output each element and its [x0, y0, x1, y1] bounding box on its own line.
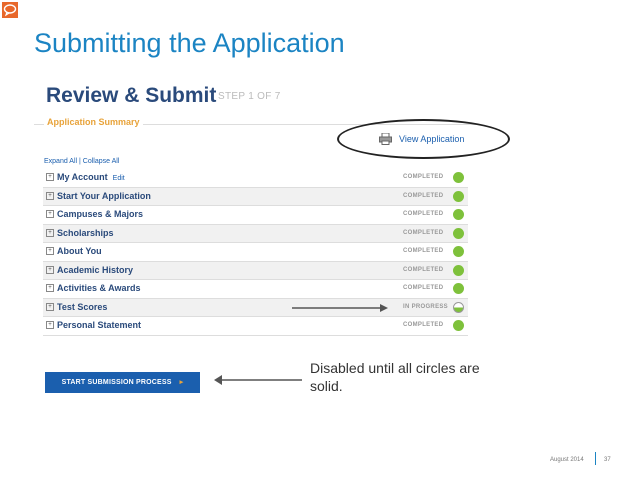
complete-circle-icon — [453, 209, 464, 220]
section-row[interactable]: + Campuses & Majors COMPLETED — [43, 206, 468, 225]
expand-plus-icon[interactable]: + — [46, 284, 54, 292]
complete-circle-icon — [453, 283, 464, 294]
expand-plus-icon[interactable]: + — [46, 228, 54, 237]
section-row[interactable]: + Personal Statement COMPLETED — [43, 317, 468, 336]
section-label[interactable]: Activities & Awards — [57, 283, 141, 293]
footer-divider — [595, 452, 596, 465]
slide-title: Submitting the Application — [34, 28, 345, 58]
section-name[interactable]: Test Scores — [57, 302, 107, 312]
section-name[interactable]: Academic History — [57, 265, 133, 275]
status-text: COMPLETED — [403, 322, 444, 328]
highlight-circle: View Application — [337, 119, 510, 159]
status-text: COMPLETED — [403, 192, 444, 199]
complete-circle-icon — [453, 246, 464, 257]
section-row[interactable]: + My Account Edit COMPLETED — [43, 169, 468, 188]
speech-bubble-icon — [2, 2, 18, 18]
page-title: Review & Submit — [46, 84, 217, 107]
section-row[interactable]: + Test Scores IN PROGRESS — [43, 298, 468, 317]
arrow-to-submit-button — [214, 375, 302, 385]
complete-circle-icon — [453, 190, 464, 202]
expand-plus-icon[interactable]: + — [46, 210, 54, 218]
annotation-note: Disabled until all circles are solid. — [310, 360, 480, 394]
section-name[interactable]: Personal Statement — [57, 320, 141, 330]
section-row[interactable]: + Start Your Application COMPLETED — [43, 187, 468, 206]
section-row[interactable]: + Academic History COMPLETED — [43, 261, 468, 280]
section-name[interactable]: Scholarships — [57, 228, 114, 238]
section-row[interactable]: + Scholarships COMPLETED — [43, 224, 468, 243]
complete-circle-icon — [453, 320, 464, 331]
arrow-to-test-scores — [292, 304, 388, 312]
complete-circle-icon — [453, 264, 464, 276]
expand-plus-icon[interactable]: + — [46, 302, 54, 311]
section-row[interactable]: + About You COMPLETED — [43, 243, 468, 262]
complete-circle-icon — [453, 227, 464, 239]
section-name[interactable]: Activities & Awards — [57, 283, 141, 293]
section-label[interactable]: My Account Edit — [57, 172, 125, 182]
chevron-right-icon: ▸ — [179, 379, 184, 386]
status-text: COMPLETED — [403, 229, 444, 236]
status-text: COMPLETED — [403, 266, 444, 273]
expand-plus-icon[interactable]: + — [46, 321, 54, 329]
status-text: IN PROGRESS — [403, 303, 448, 310]
section-label[interactable]: Test Scores — [57, 302, 107, 312]
section-label[interactable]: Personal Statement — [57, 320, 141, 330]
section-row[interactable]: + Activities & Awards COMPLETED — [43, 280, 468, 299]
section-list: + My Account Edit COMPLETED + Start Your Appl… — [43, 169, 468, 336]
section-name[interactable]: Start Your Application — [57, 191, 151, 201]
section-name[interactable]: Campuses & Majors — [57, 209, 143, 219]
section-label[interactable]: Start Your Application — [57, 191, 151, 201]
expand-plus-icon[interactable]: + — [46, 247, 54, 255]
section-label[interactable]: Academic History — [57, 265, 133, 275]
half-circle-icon — [453, 301, 464, 313]
section-label[interactable]: Campuses & Majors — [57, 209, 143, 219]
summary-heading: Application Summary — [44, 117, 143, 127]
complete-circle-icon — [453, 172, 464, 183]
submit-button-label: START SUBMISSION PROCESS — [61, 379, 172, 386]
footer-date: August 2014 — [550, 457, 584, 463]
section-label[interactable]: About You — [57, 246, 102, 256]
expand-plus-icon[interactable]: + — [46, 191, 54, 200]
page-number: 37 — [604, 457, 611, 463]
status-text: COMPLETED — [403, 285, 444, 291]
printer-icon — [379, 133, 392, 145]
status-text: COMPLETED — [403, 248, 444, 254]
status-text: COMPLETED — [403, 211, 444, 217]
step-indicator: STEP 1 OF 7 — [218, 91, 281, 102]
expand-plus-icon[interactable]: + — [46, 265, 54, 274]
expand-plus-icon[interactable]: + — [46, 173, 54, 181]
start-submission-button[interactable]: START SUBMISSION PROCESS ▸ — [45, 372, 200, 393]
edit-link[interactable]: Edit — [113, 175, 125, 182]
view-application-link[interactable]: View Application — [399, 134, 464, 144]
section-name[interactable]: My Account — [57, 172, 108, 182]
status-text: COMPLETED — [403, 174, 444, 180]
section-label[interactable]: Scholarships — [57, 228, 114, 238]
expand-collapse-links[interactable]: Expand All | Collapse All — [44, 158, 119, 165]
review-submit-screenshot: Review & Submit STEP 1 OF 7 Application … — [34, 78, 510, 398]
section-name[interactable]: About You — [57, 246, 102, 256]
